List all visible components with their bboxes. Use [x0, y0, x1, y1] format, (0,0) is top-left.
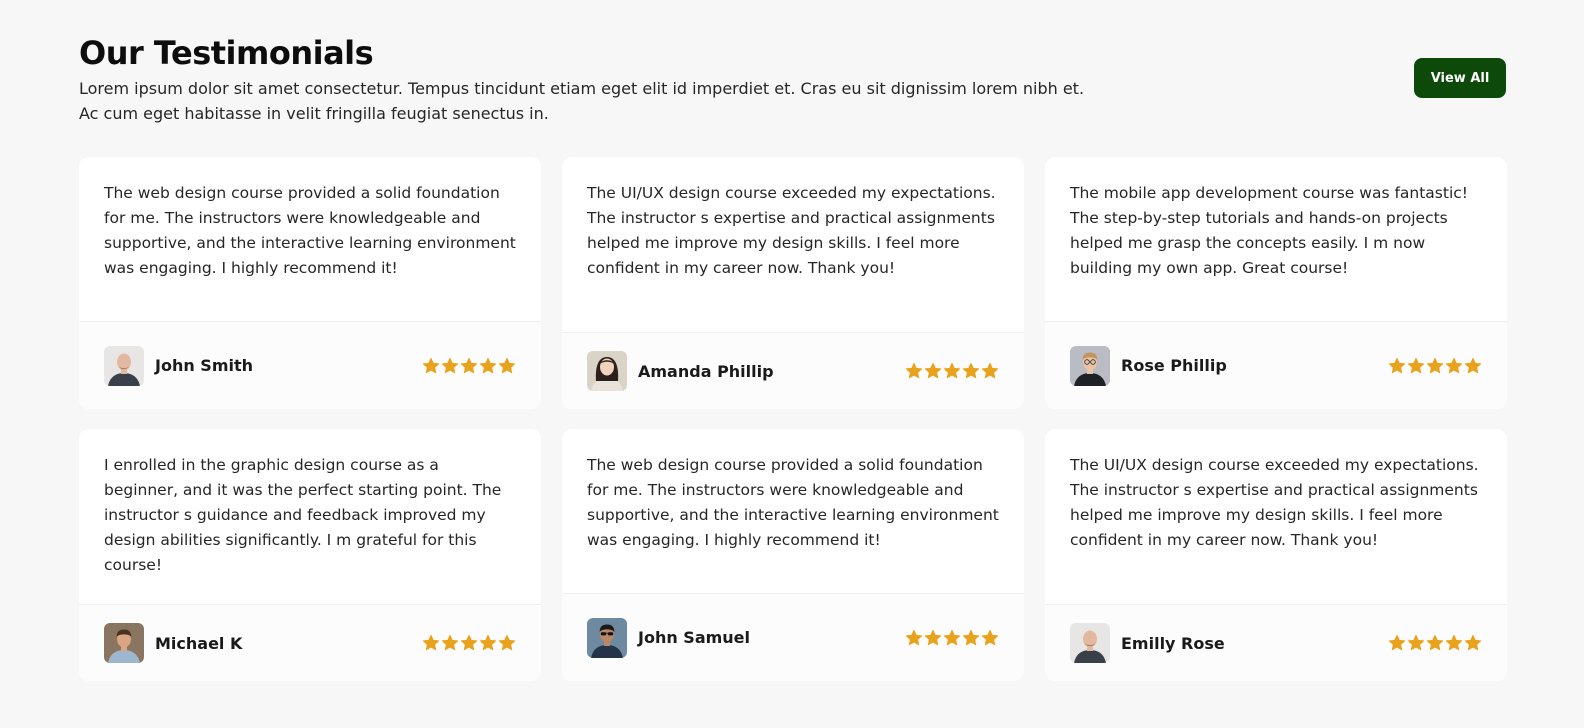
author-name: Rose Phillip: [1121, 356, 1227, 375]
testimonial-author: Michael K: [79, 604, 541, 681]
testimonial-quote: I enrolled in the graphic design course …: [104, 456, 502, 574]
testimonial-author: John Smith: [79, 321, 541, 409]
avatar: [104, 623, 144, 663]
star-icon: [1388, 357, 1406, 373]
star-icon: [422, 634, 440, 651]
author-name: Michael K: [155, 633, 243, 653]
author-name: John Samuel: [638, 628, 751, 647]
author-info: Michael K: [104, 623, 242, 663]
star-icon: [1407, 357, 1425, 373]
star-icon: [422, 357, 440, 373]
star-icon: [460, 357, 478, 373]
star-icon: [962, 629, 980, 645]
testimonials-header: Our Testimonials Lorem ipsum dolor sit a…: [79, 34, 1506, 126]
star-icon: [1445, 634, 1463, 651]
testimonial-quote: The UI/UX design course exceeded my expe…: [587, 184, 996, 277]
author-info: Emilly Rose: [1070, 623, 1225, 663]
testimonial-card: The UI/UX design course exceeded my expe…: [562, 157, 1024, 409]
testimonial-author: Rose Phillip: [1045, 321, 1507, 409]
author-name: John Smith: [155, 356, 254, 375]
testimonial-card: I enrolled in the graphic design course …: [79, 429, 541, 681]
star-icon: [981, 629, 999, 645]
star-icon: [441, 357, 459, 373]
testimonial-quote: The web design course provided a solid f…: [587, 456, 999, 549]
star-icon: [981, 362, 999, 379]
star-rating: [905, 362, 999, 380]
star-icon: [479, 357, 497, 373]
avatar: [1070, 623, 1110, 663]
star-icon: [943, 629, 961, 645]
star-rating: [422, 357, 516, 375]
star-rating: [905, 629, 999, 647]
star-rating: [1388, 357, 1482, 375]
author-info: Amanda Phillip: [587, 351, 774, 391]
author-info: Rose Phillip: [1070, 345, 1227, 386]
view-all-button[interactable]: View All: [1414, 58, 1506, 98]
avatar: [587, 617, 627, 658]
author-info: John Samuel: [587, 617, 751, 658]
star-rating: [422, 634, 516, 652]
testimonial-card: The web design course provided a solid f…: [562, 429, 1024, 681]
star-icon: [924, 629, 942, 645]
author-name: Emilly Rose: [1121, 633, 1225, 653]
section-title: Our Testimonials: [79, 34, 374, 72]
avatar: [587, 351, 627, 391]
star-icon: [1426, 634, 1444, 651]
star-icon: [498, 357, 516, 373]
star-icon: [962, 362, 980, 379]
testimonials-grid: The web design course provided a solid f…: [79, 157, 1507, 681]
star-icon: [1464, 634, 1482, 651]
section-description: Lorem ipsum dolor sit amet consectetur. …: [79, 79, 1085, 123]
star-icon: [498, 634, 516, 651]
testimonial-card: The web design course provided a solid f…: [79, 157, 541, 409]
star-rating: [1388, 634, 1482, 652]
testimonial-quote: The UI/UX design course exceeded my expe…: [1070, 456, 1479, 549]
star-icon: [1426, 357, 1444, 373]
star-icon: [943, 362, 961, 379]
star-icon: [905, 629, 923, 645]
testimonial-quote: The web design course provided a solid f…: [104, 184, 516, 277]
star-icon: [1407, 634, 1425, 651]
testimonial-card: The mobile app development course was fa…: [1045, 157, 1507, 409]
author-info: John Smith: [104, 345, 254, 386]
star-icon: [905, 362, 923, 379]
testimonial-quote: The mobile app development course was fa…: [1070, 184, 1468, 277]
star-icon: [1464, 357, 1482, 373]
star-icon: [1388, 634, 1406, 651]
avatar: [104, 345, 144, 386]
star-icon: [441, 634, 459, 651]
star-icon: [479, 634, 497, 651]
testimonial-author: Amanda Phillip: [562, 332, 1024, 409]
avatar: [1070, 345, 1110, 386]
testimonial-card: The UI/UX design course exceeded my expe…: [1045, 429, 1507, 681]
testimonial-author: John Samuel: [562, 593, 1024, 681]
star-icon: [924, 362, 942, 379]
star-icon: [1445, 357, 1463, 373]
author-name: Amanda Phillip: [638, 361, 774, 381]
star-icon: [460, 634, 478, 651]
testimonial-author: Emilly Rose: [1045, 604, 1507, 681]
